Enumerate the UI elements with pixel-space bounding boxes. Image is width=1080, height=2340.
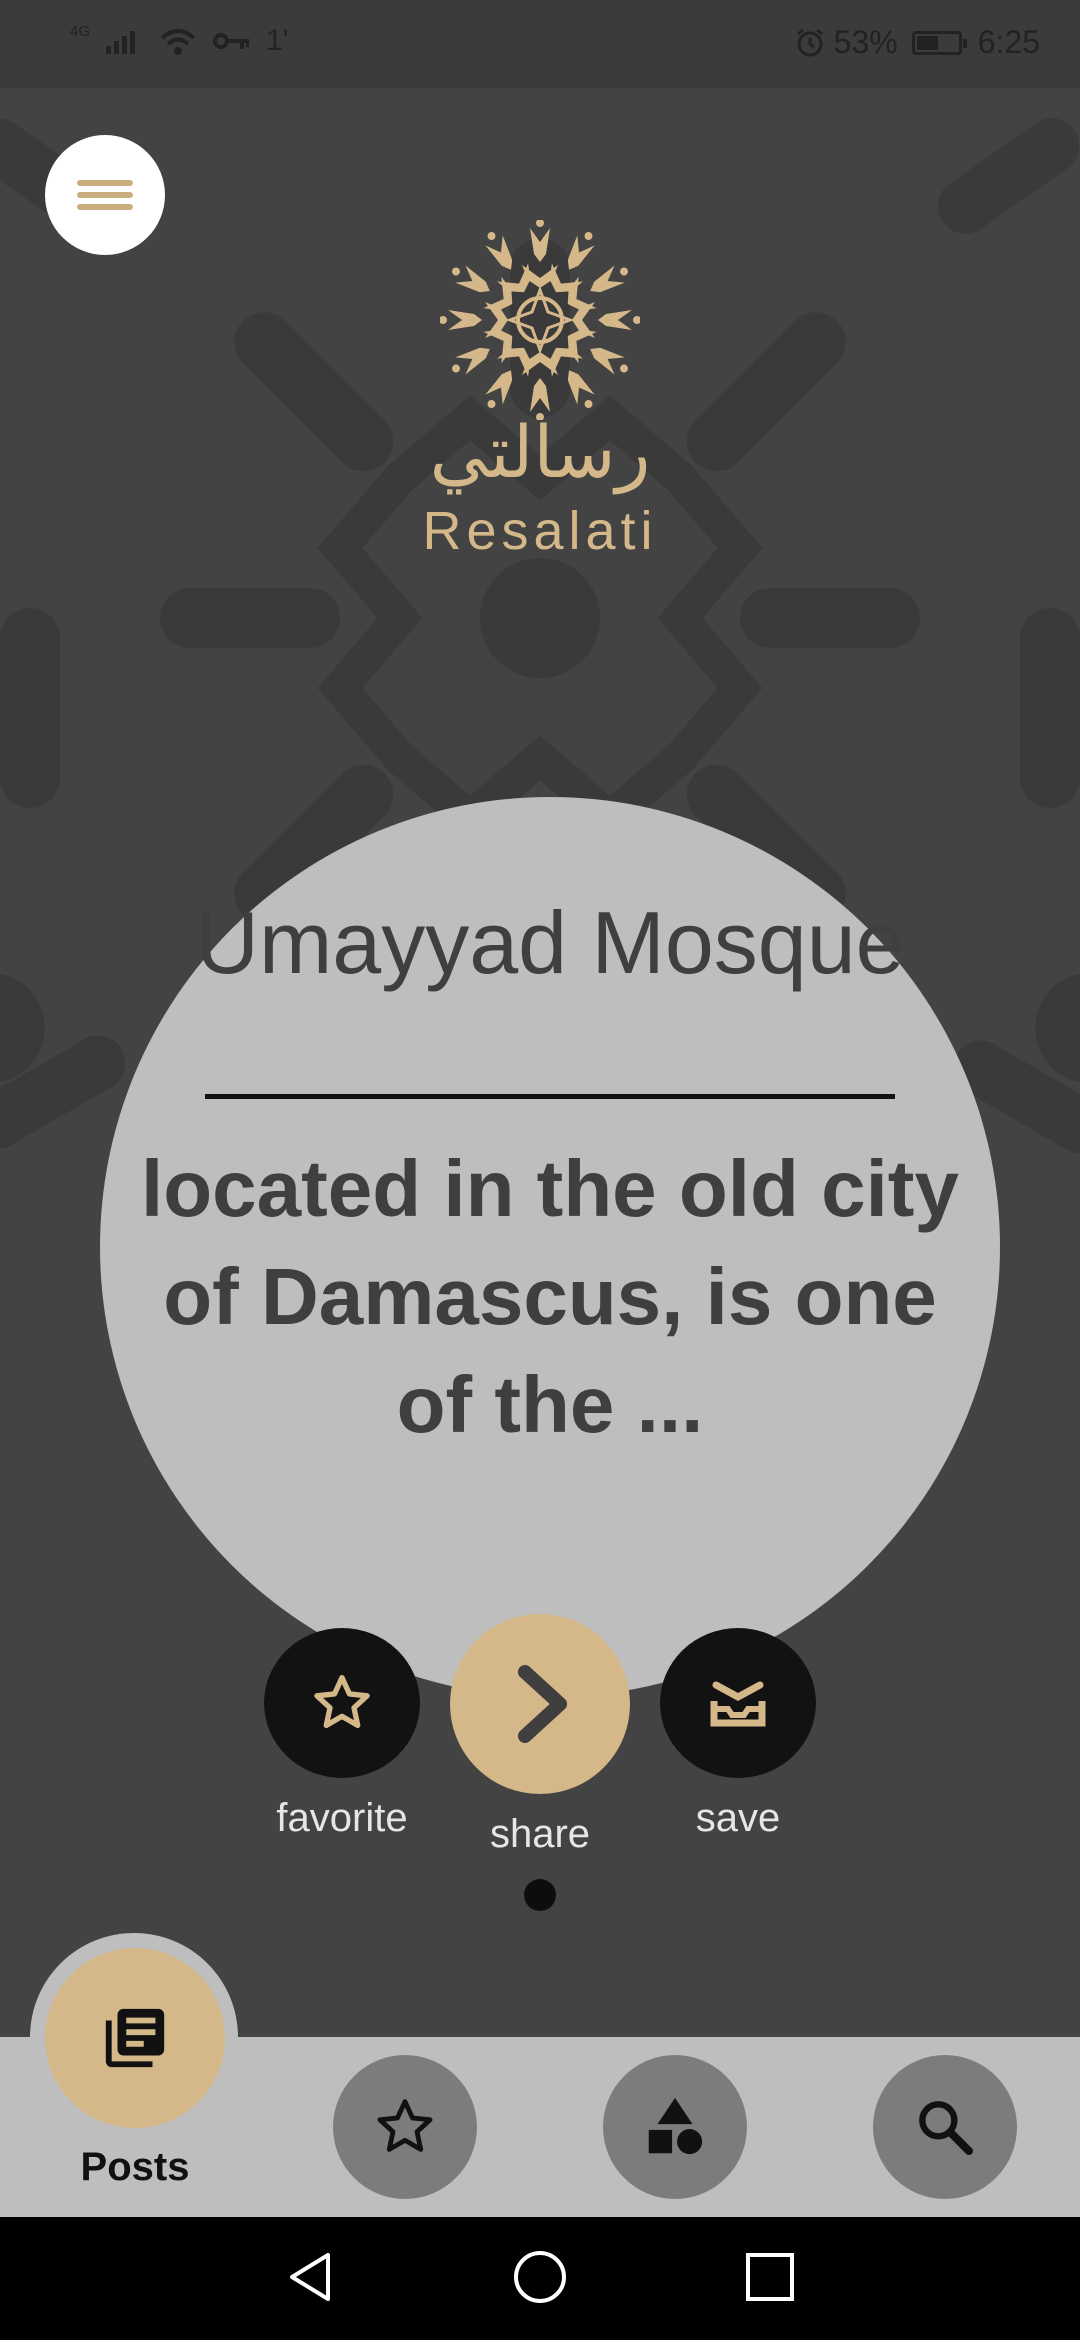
status-bar: 4G 1' 53% 6:25 [0,0,1080,88]
nav-categories-button[interactable] [603,2055,747,2199]
categories-icon [648,2097,703,2155]
share-button[interactable] [450,1614,630,1794]
nav-favorites-button[interactable] [333,2055,477,2199]
favorite-action[interactable]: favorite [262,1628,422,1841]
status-left: 4G 1' [70,22,289,58]
post-card[interactable]: Umayyad Mosque located in the old city o… [100,797,1000,1697]
save-button[interactable] [660,1628,816,1778]
battery-icon [911,30,967,55]
share-label: share [489,1812,591,1856]
title-divider [205,1094,895,1099]
alarm-icon [796,28,823,56]
status-right: 53% 6:25 [794,24,1040,61]
posts-icon [105,2008,165,2068]
star-icon [314,1675,370,1729]
logo-wordmark: Resalati [422,501,658,561]
nav-posts-button[interactable] [45,1948,225,2128]
signal-icon [106,31,136,54]
favorite-button[interactable] [264,1628,420,1778]
data-indicator: 1' [266,24,289,57]
inbox-save-icon [710,1681,766,1727]
page-indicator-dot [524,1879,556,1911]
battery-level [916,35,938,50]
search-icon [919,2101,973,2155]
post-title: Umayyad Mosque [195,893,905,992]
hamburger-menu-icon [77,180,133,210]
nav-search-button[interactable] [873,2055,1017,2199]
system-navigation-bar [0,2217,1080,2340]
nav-posts-label[interactable]: Posts [20,2145,250,2190]
home-icon[interactable] [508,2245,572,2309]
menu-button[interactable] [45,135,165,255]
share-action[interactable]: share [448,1614,632,1857]
logo-arabic-text: رسالتي [429,410,651,494]
chevron-right-icon [518,1665,567,1743]
favorite-label: favorite [276,1796,408,1840]
battery-percent: 53% [833,24,898,60]
wifi-icon [160,29,196,55]
star-icon [377,2099,433,2152]
logo-emblem [440,220,640,420]
post-excerpt: located in the old city of Damascus, is … [141,1144,959,1449]
save-label: save [695,1796,781,1840]
recent-apps-icon[interactable] [738,2245,802,2309]
clock: 6:25 [977,24,1040,60]
back-icon[interactable] [278,2245,342,2309]
save-action[interactable]: save [658,1628,818,1841]
vpn-key-icon [213,33,250,49]
network-type: 4G [70,22,91,40]
